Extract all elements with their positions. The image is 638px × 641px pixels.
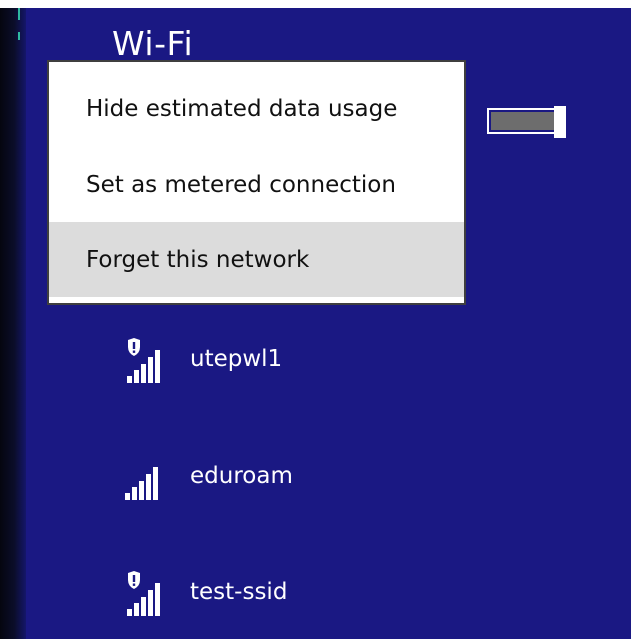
wifi-signal-icon [125, 467, 158, 500]
network-item-test-ssid[interactable]: test-ssid [120, 571, 520, 617]
menu-item-hide-estimated-data-usage[interactable]: Hide estimated data usage [49, 72, 464, 146]
network-item-eduroam[interactable]: eduroam [120, 455, 520, 501]
menu-item-forget-network[interactable]: Forget this network [49, 222, 464, 297]
network-context-menu: Hide estimated data usage Set as metered… [47, 60, 466, 305]
wifi-toggle-thumb[interactable] [554, 106, 566, 138]
panel-title: Wi-Fi [112, 24, 194, 63]
wifi-signal-secured-icon [127, 571, 160, 616]
wifi-signal-secured-icon [127, 338, 160, 383]
network-ssid: utepwl1 [190, 346, 283, 372]
network-ssid: test-ssid [190, 579, 288, 605]
desktop-edge-mark [18, 32, 20, 40]
network-ssid: eduroam [190, 463, 293, 489]
network-item-utepwl1[interactable]: utepwl1 [120, 338, 520, 384]
wifi-toggle-fill [491, 112, 554, 130]
wifi-toggle[interactable] [487, 106, 579, 138]
desktop-edge-mark [18, 8, 20, 20]
screenshot-frame: Wi-Fi utepwl1 eduroam test-ssid Hide est… [0, 0, 638, 641]
desktop-edge [0, 8, 26, 639]
menu-item-set-metered-connection[interactable]: Set as metered connection [49, 148, 464, 222]
network-charms-panel: Wi-Fi utepwl1 eduroam test-ssid Hide est… [0, 8, 631, 639]
